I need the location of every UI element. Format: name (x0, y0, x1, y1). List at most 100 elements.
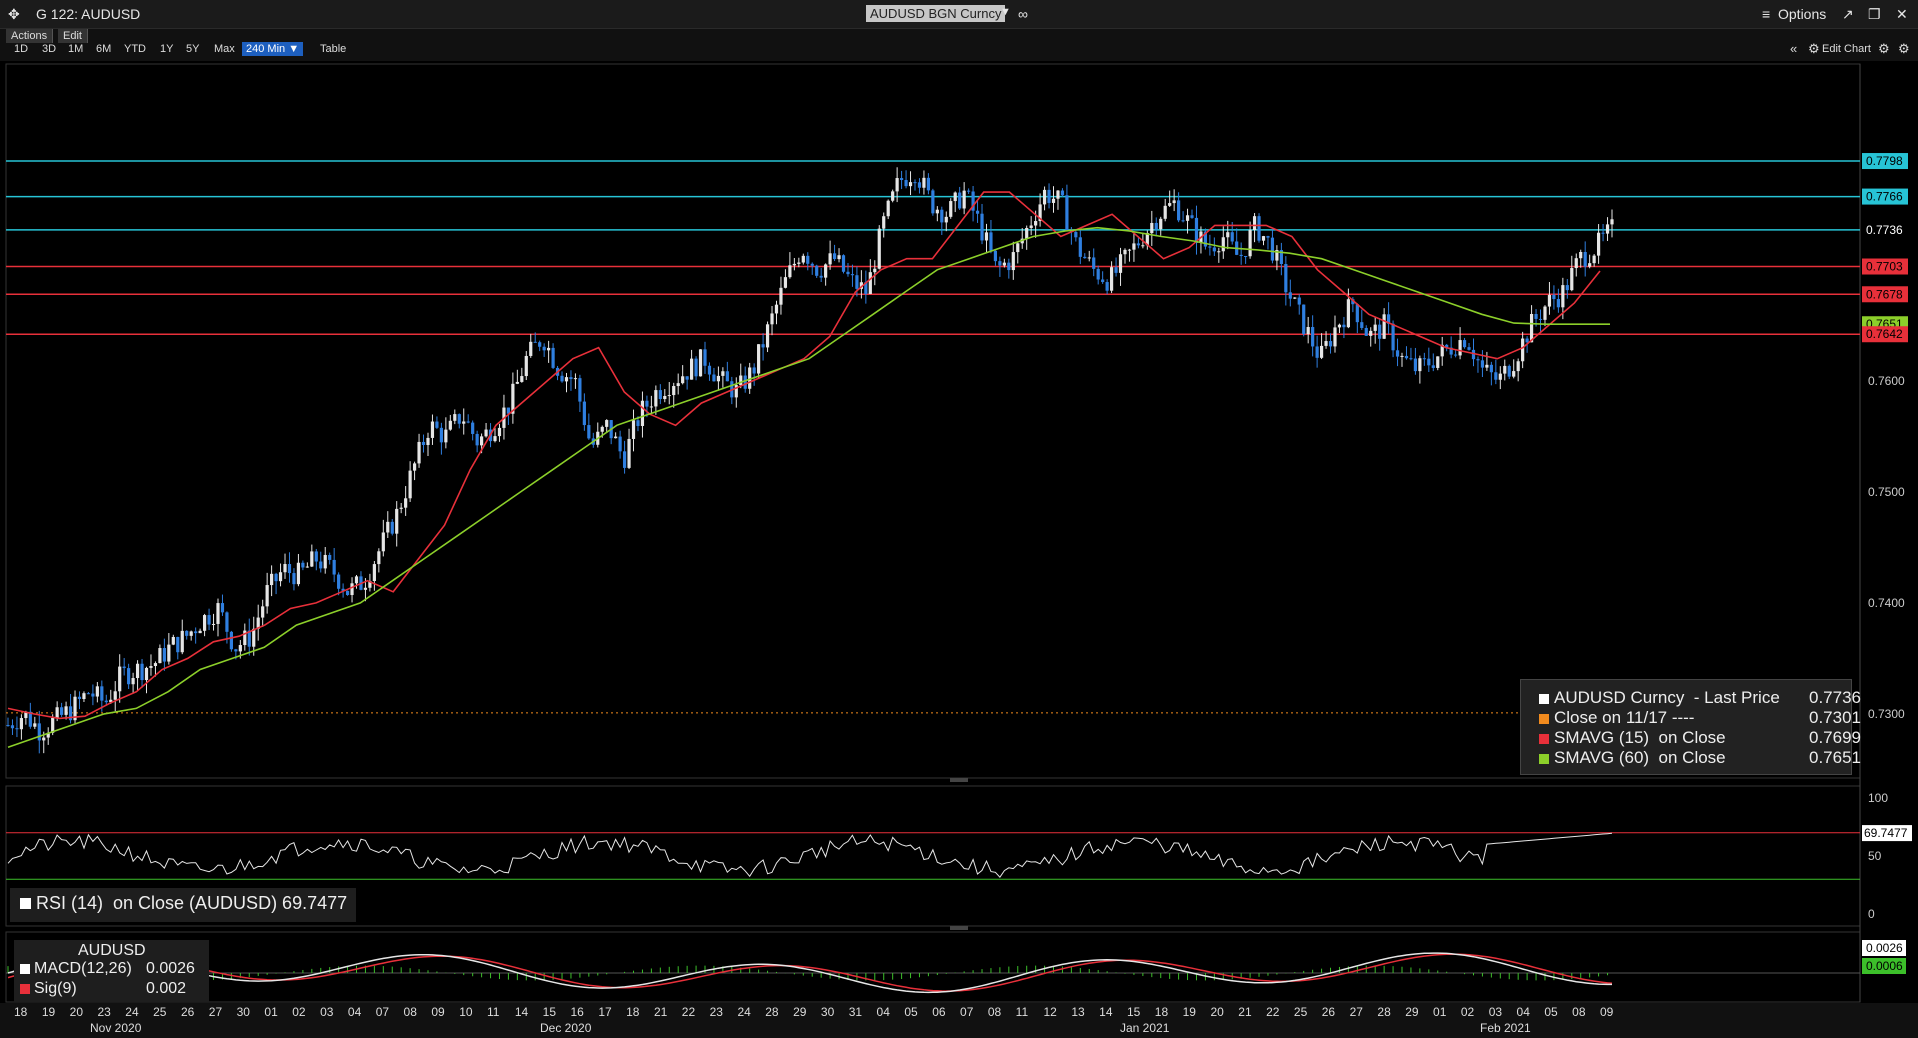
ticker-field[interactable]: AUDUSD BGN Curncy (866, 5, 1006, 22)
candle-body (484, 429, 488, 437)
candle-body (180, 630, 184, 653)
candle-body (220, 603, 225, 613)
candle-body (779, 287, 783, 305)
candle-body (1078, 237, 1082, 257)
candle-body (538, 342, 542, 347)
date-tick-label: 15 (542, 1005, 557, 1019)
candle-body (314, 551, 318, 562)
collapse-icon[interactable]: « (1790, 41, 1797, 56)
candle-body (1467, 347, 1471, 350)
candle-body (739, 375, 743, 386)
macd-title: AUDUSD (78, 942, 146, 959)
candle-body (408, 470, 412, 499)
candle-body (167, 644, 171, 662)
candle-body (1132, 243, 1136, 250)
candle-body (984, 232, 989, 241)
edit-chart-button[interactable]: Edit Chart (1822, 43, 1871, 55)
candle-body (1083, 256, 1087, 259)
edit-menu[interactable]: Edit (58, 29, 88, 43)
candle-body (1096, 268, 1100, 280)
candle-body (1592, 255, 1596, 264)
candle-body (1002, 262, 1006, 266)
price-tag: 0.7703 (1862, 258, 1908, 275)
candle-body (1583, 251, 1587, 267)
candle-body (1239, 254, 1243, 257)
candle-body (1159, 218, 1163, 230)
price-tick-label: 0.7400 (1868, 596, 1905, 610)
candle-body (1163, 205, 1167, 219)
settings-icon[interactable]: ⚙ (1898, 41, 1910, 57)
candle-body (1570, 268, 1574, 291)
candle-body (198, 630, 202, 634)
panel-splitter[interactable] (950, 926, 968, 930)
candle-body (998, 261, 1002, 266)
candle-body (292, 573, 296, 585)
candle-body (144, 667, 149, 681)
candle-body (806, 255, 810, 264)
date-tick-label: 29 (793, 1005, 807, 1019)
rsi-legend: RSI (14) on Close (AUDUSD) 69.7477 (10, 888, 356, 922)
tf-max[interactable]: Max (214, 43, 235, 55)
candle-body (1141, 245, 1145, 247)
tf-ytd[interactable]: YTD (124, 43, 146, 55)
date-tick-label: 22 (681, 1005, 696, 1019)
candle-body (10, 725, 15, 729)
popout-icon[interactable]: ↗ (1842, 6, 1854, 23)
candle-body (832, 253, 837, 260)
candle-body (1413, 358, 1418, 372)
month-label: Dec 2020 (540, 1021, 592, 1035)
tf-240min[interactable]: 240 Min ▼ (242, 42, 304, 56)
candle-body (797, 262, 801, 264)
candle-body (631, 420, 636, 439)
candle-body (649, 406, 653, 408)
gear-icon[interactable]: ⚙ (1808, 41, 1820, 57)
candle-body (1252, 216, 1257, 231)
candle-body (363, 587, 368, 590)
tf-3d[interactable]: 3D (42, 43, 56, 55)
candle-body (412, 463, 417, 471)
tf-1d[interactable]: 1D (14, 43, 28, 55)
chart-canvas[interactable]: 0.77000.76000.75000.74000.7300100500 0.7… (0, 0, 1918, 1038)
tf-5y[interactable]: 5Y (186, 43, 199, 55)
candle-body (462, 421, 466, 424)
candle-body (1297, 297, 1301, 305)
candle-body (1373, 324, 1377, 331)
options-button[interactable]: Options (1778, 6, 1826, 22)
candle-body (1543, 306, 1547, 320)
candle-body (627, 438, 631, 468)
actions-menu[interactable]: Actions (6, 29, 54, 43)
candle-body (1404, 355, 1409, 359)
candle-body (1270, 237, 1275, 261)
candle-body (1431, 365, 1435, 368)
link-icon[interactable]: ∞ (1018, 6, 1028, 22)
candle-body (922, 177, 926, 188)
candle-body (33, 723, 37, 727)
candle-body (377, 551, 381, 565)
candle-body (104, 700, 108, 703)
candle-body (466, 421, 470, 423)
close-icon[interactable]: ✕ (1896, 6, 1908, 23)
candle-body (1306, 327, 1310, 335)
candle-body (332, 559, 336, 575)
candle-body (1601, 232, 1605, 234)
candle-body (931, 190, 935, 214)
candle-body (1556, 299, 1560, 308)
candle-body (1065, 195, 1069, 231)
date-tick-label: 10 (459, 1005, 473, 1019)
sig-label: Sig(9) (34, 980, 77, 997)
candle-body (524, 355, 528, 377)
candle-body (1177, 200, 1181, 221)
tf-1y[interactable]: 1Y (160, 43, 173, 55)
chevron-down-icon[interactable]: ▼ (1000, 6, 1011, 18)
tf-1m[interactable]: 1M (68, 43, 83, 55)
candle-body (1427, 358, 1431, 366)
options-menu-icon[interactable]: ≡ (1762, 6, 1770, 22)
move-icon[interactable]: ✥ (8, 6, 20, 23)
candle-body (824, 264, 828, 278)
table-button[interactable]: Table (320, 43, 346, 55)
candle-body (493, 436, 497, 442)
chart-settings-icon[interactable]: ⚙ (1878, 41, 1890, 57)
tf-6m[interactable]: 6M (96, 43, 111, 55)
panel-splitter[interactable] (950, 778, 968, 782)
restore-icon[interactable]: ❐ (1868, 6, 1881, 23)
